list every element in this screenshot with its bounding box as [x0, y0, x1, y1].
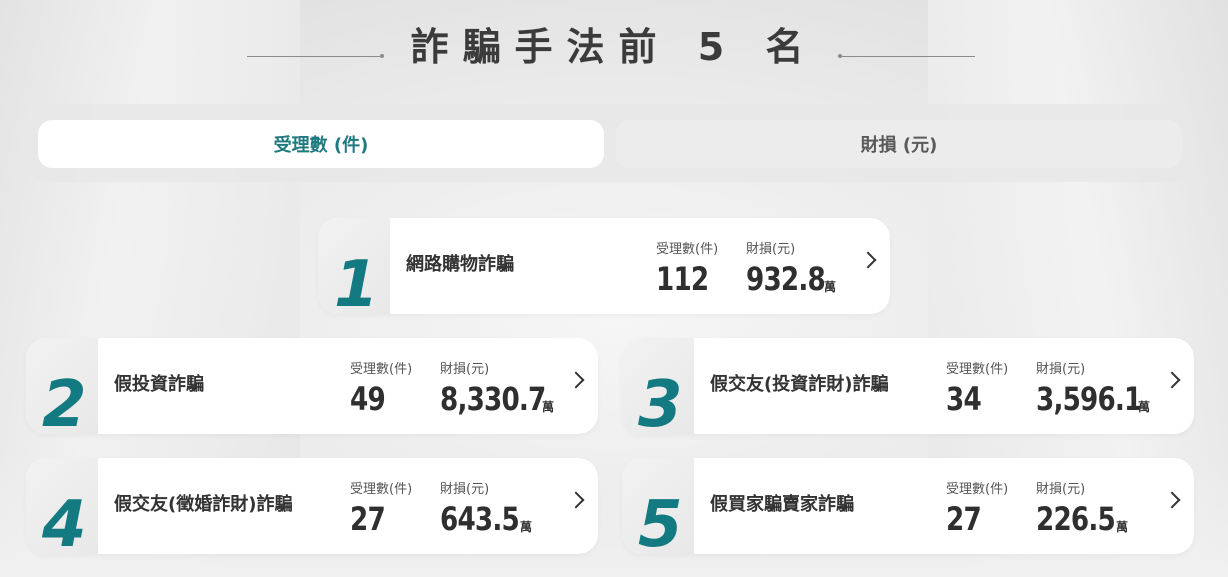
loss-value: 226.5: [1036, 500, 1116, 538]
loss-value: 3,596.1: [1036, 380, 1142, 418]
cases-value: 49: [350, 380, 386, 418]
rank-number: 5: [638, 488, 683, 554]
loss-value: 8,330.7: [440, 380, 546, 418]
cases-label: 受理數(件): [946, 362, 1009, 377]
page-title: 詐騙手法前 5 名: [410, 25, 818, 69]
loss-unit: 萬: [1116, 520, 1129, 534]
loss-unit: 萬: [824, 280, 837, 294]
loss-unit: 萬: [542, 400, 555, 414]
title-decor-line-right: [838, 54, 975, 58]
cases-value: 34: [946, 380, 982, 418]
scam-type-name: 假買家騙賣家詐騙: [710, 494, 854, 515]
rank-number: 4: [42, 488, 87, 554]
rank-number: 2: [42, 368, 87, 434]
chevron-right-icon: [1163, 371, 1181, 389]
loss-label: 財損(元): [1036, 362, 1086, 377]
ranking-card-5[interactable]: 5 假買家騙賣家詐騙 受理數(件) 27 財損(元) 226.5 萬: [622, 458, 1194, 554]
loss-label: 財損(元): [746, 242, 796, 257]
loss-value: 932.8: [746, 260, 826, 298]
scam-type-name: 網路購物詐騙: [406, 254, 514, 275]
cases-value: 27: [946, 500, 982, 538]
ranking-card-1[interactable]: 1 網路購物詐騙 受理數(件) 112 財損(元) 932.8 萬: [318, 218, 890, 314]
loss-label: 財損(元): [1036, 482, 1086, 497]
rank-number: 1: [334, 248, 379, 314]
ranking-card-3[interactable]: 3 假交友(投資詐財)詐騙 受理數(件) 34 財損(元) 3,596.1 萬: [622, 338, 1194, 434]
chevron-right-icon: [567, 491, 585, 509]
tab-loss[interactable]: 財損 (元): [616, 120, 1182, 168]
rank-badge: 2: [26, 338, 98, 434]
chevron-right-icon: [859, 251, 877, 269]
cases-label: 受理數(件): [656, 242, 719, 257]
scam-type-name: 假交友(徵婚詐財)詐騙: [114, 494, 293, 515]
rank-badge: 4: [26, 458, 98, 554]
ranking-card-4[interactable]: 4 假交友(徵婚詐財)詐騙 受理數(件) 27 財損(元) 643.5 萬: [26, 458, 598, 554]
header: 詐騙手法前 5 名: [0, 14, 1228, 70]
scam-type-name: 假交友(投資詐財)詐騙: [710, 374, 889, 395]
tab-bar: 受理數 (件) 財損 (元): [28, 104, 1194, 182]
loss-label: 財損(元): [440, 482, 490, 497]
cases-label: 受理數(件): [946, 482, 1009, 497]
ranking-card-2[interactable]: 2 假投資詐騙 受理數(件) 49 財損(元) 8,330.7 萬: [26, 338, 598, 434]
rank-number: 3: [638, 368, 683, 434]
loss-unit: 萬: [520, 520, 533, 534]
rank-badge: 5: [622, 458, 694, 554]
cases-value: 27: [350, 500, 386, 538]
rank-badge: 3: [622, 338, 694, 434]
cases-label: 受理數(件): [350, 482, 413, 497]
scam-type-name: 假投資詐騙: [114, 374, 204, 395]
chevron-right-icon: [567, 371, 585, 389]
cases-value: 112: [656, 260, 709, 298]
cases-label: 受理數(件): [350, 362, 413, 377]
tab-cases[interactable]: 受理數 (件): [38, 120, 604, 168]
rank-badge: 1: [318, 218, 390, 314]
loss-value: 643.5: [440, 500, 520, 538]
loss-unit: 萬: [1138, 400, 1151, 414]
loss-label: 財損(元): [440, 362, 490, 377]
chevron-right-icon: [1163, 491, 1181, 509]
